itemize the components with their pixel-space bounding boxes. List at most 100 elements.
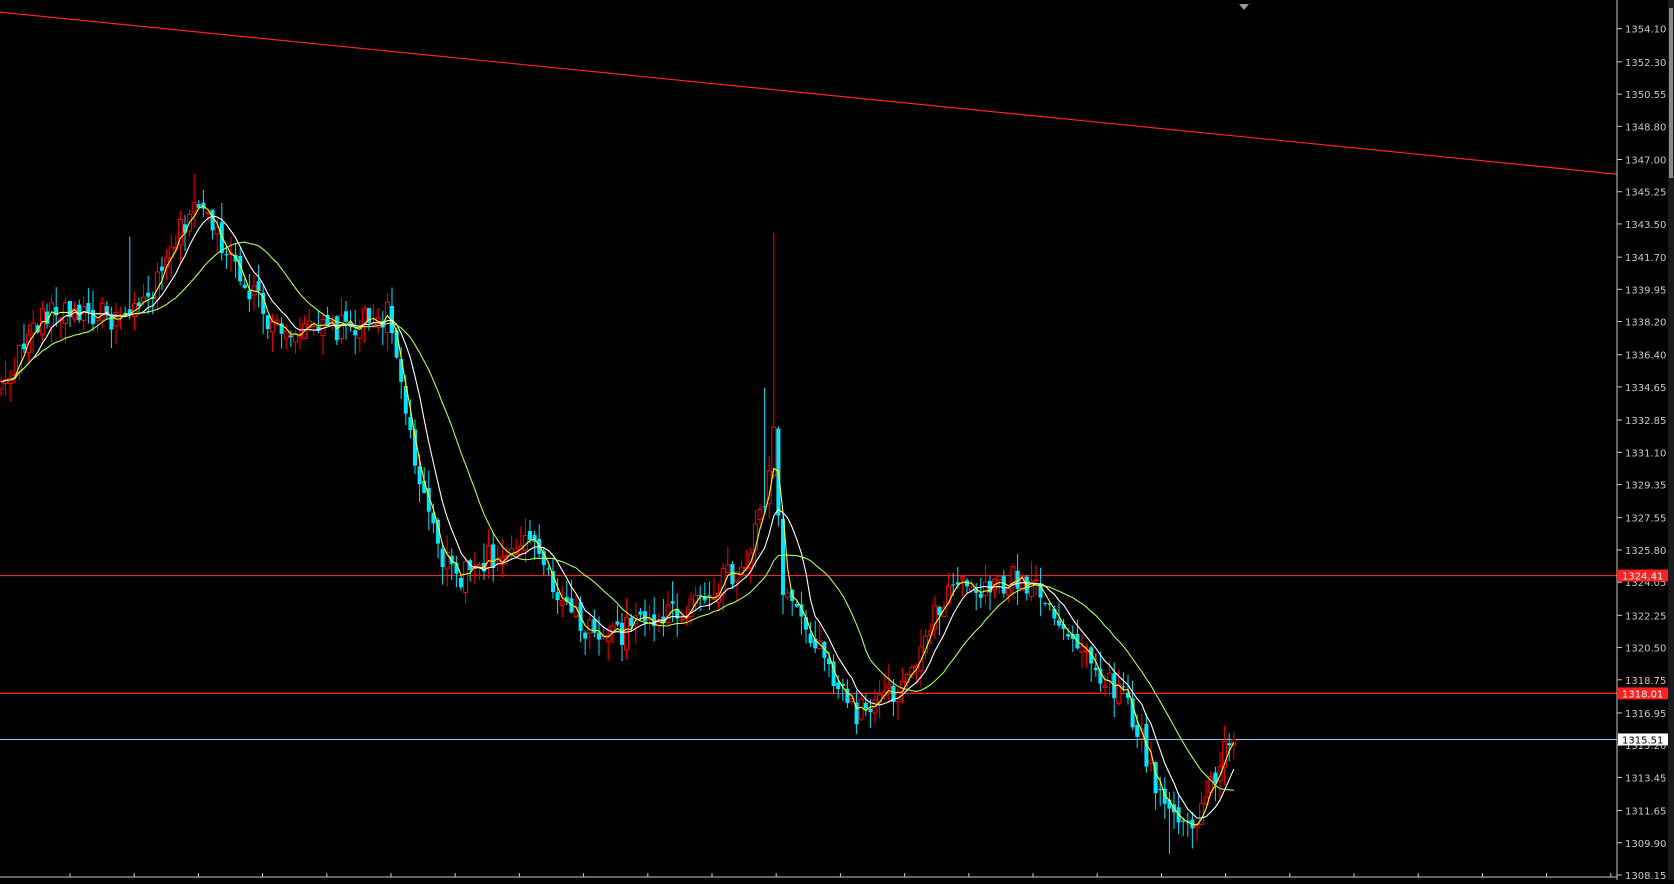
candle [265,314,270,340]
candle-body [256,281,261,291]
candle [353,310,358,355]
candle-body [974,590,979,593]
price-tick-label: 1339.95 [1625,285,1666,296]
candle [45,303,49,329]
candle [30,310,36,353]
candle [256,264,261,308]
candle-body [141,296,147,303]
candle-body [996,575,1002,581]
candle [49,294,55,343]
candle-body [610,625,616,632]
candle [615,605,620,627]
candle [338,297,344,344]
candle [675,593,680,637]
candle-body [1102,684,1108,688]
candle [302,315,308,340]
trend-line[interactable] [0,11,1618,175]
ma-line-3 [0,205,1235,826]
candle [1139,713,1145,754]
candle [12,357,18,384]
candle [992,578,998,599]
candle [251,274,257,311]
scrollbar-thumb[interactable] [1669,8,1673,178]
candle-body [679,618,685,622]
price-tick-label: 1348.80 [1625,122,1666,133]
candle [459,574,463,591]
candle-body [242,284,247,289]
candle [959,574,965,597]
shift-marker-icon[interactable] [1239,4,1249,10]
candle [109,307,114,348]
candle-body [210,209,215,231]
candle [854,690,859,735]
price-tick-label: 1313.45 [1625,773,1666,784]
candle [1070,625,1075,653]
candle-body [707,595,712,597]
candle-body [587,619,593,634]
candle-body [951,584,956,586]
candle-body [863,702,868,709]
price-tick-label: 1322.25 [1625,611,1666,622]
candle-body [858,698,864,720]
candle-body [1079,646,1085,653]
price-tick-label: 1311.65 [1625,807,1666,818]
candle [665,590,671,627]
candle [1162,777,1167,819]
candle [344,301,348,340]
candle-body [546,568,551,570]
candle-body [1093,667,1098,671]
price-tick-label: 1354.10 [1625,25,1666,36]
candle [620,613,624,662]
candle [982,565,988,605]
candle [86,287,91,324]
candle-body [1098,668,1103,684]
candle-body [269,321,275,333]
candle-body [886,683,892,689]
candle-body [794,604,799,607]
vertical-scrollbar[interactable] [1668,0,1674,880]
price-chart[interactable]: 1354.10 1352.30 1350.55 1348.80 1347.00 1345.… [0,0,1674,882]
candle-body [615,621,620,625]
candle [357,319,363,353]
candle [22,323,26,353]
candle [822,640,827,672]
candle-body [440,548,445,568]
candle [840,679,845,701]
candle-body [643,611,647,621]
candle-body [982,581,988,597]
price-tick-label: 1352.30 [1625,58,1666,69]
candle [7,369,13,402]
candle-body [573,606,579,618]
candle-body [486,545,492,568]
candle-body [265,315,270,330]
candle [104,301,109,320]
candle-body [62,302,68,325]
price-tick-label: 1345.25 [1625,188,1666,199]
candle-body [1066,634,1071,637]
candle-body [344,311,348,322]
candle-body [720,568,726,596]
candle-body [528,531,532,540]
candle-body [629,617,634,627]
candle-body [292,333,298,343]
chart-canvas[interactable]: 1354.10 1352.30 1350.55 1348.80 1347.00 1345.… [0,0,1674,882]
candle [233,243,238,278]
candle-body [353,330,358,336]
candle-body [698,594,703,596]
candle [661,599,666,637]
current-price-tag: 1315.51 [1618,733,1668,746]
candle-body [224,254,229,256]
candle-body [99,302,105,321]
candle [224,246,229,269]
candle-body [1158,789,1163,791]
candle [752,509,758,568]
candle-body [959,575,965,580]
candle [1190,811,1195,849]
candle [77,299,82,323]
candle-body [748,552,754,569]
candle [160,256,164,290]
candle [762,387,767,515]
candle [463,556,469,605]
candle [702,582,707,604]
price-tick-label: 1350.55 [1625,90,1666,101]
